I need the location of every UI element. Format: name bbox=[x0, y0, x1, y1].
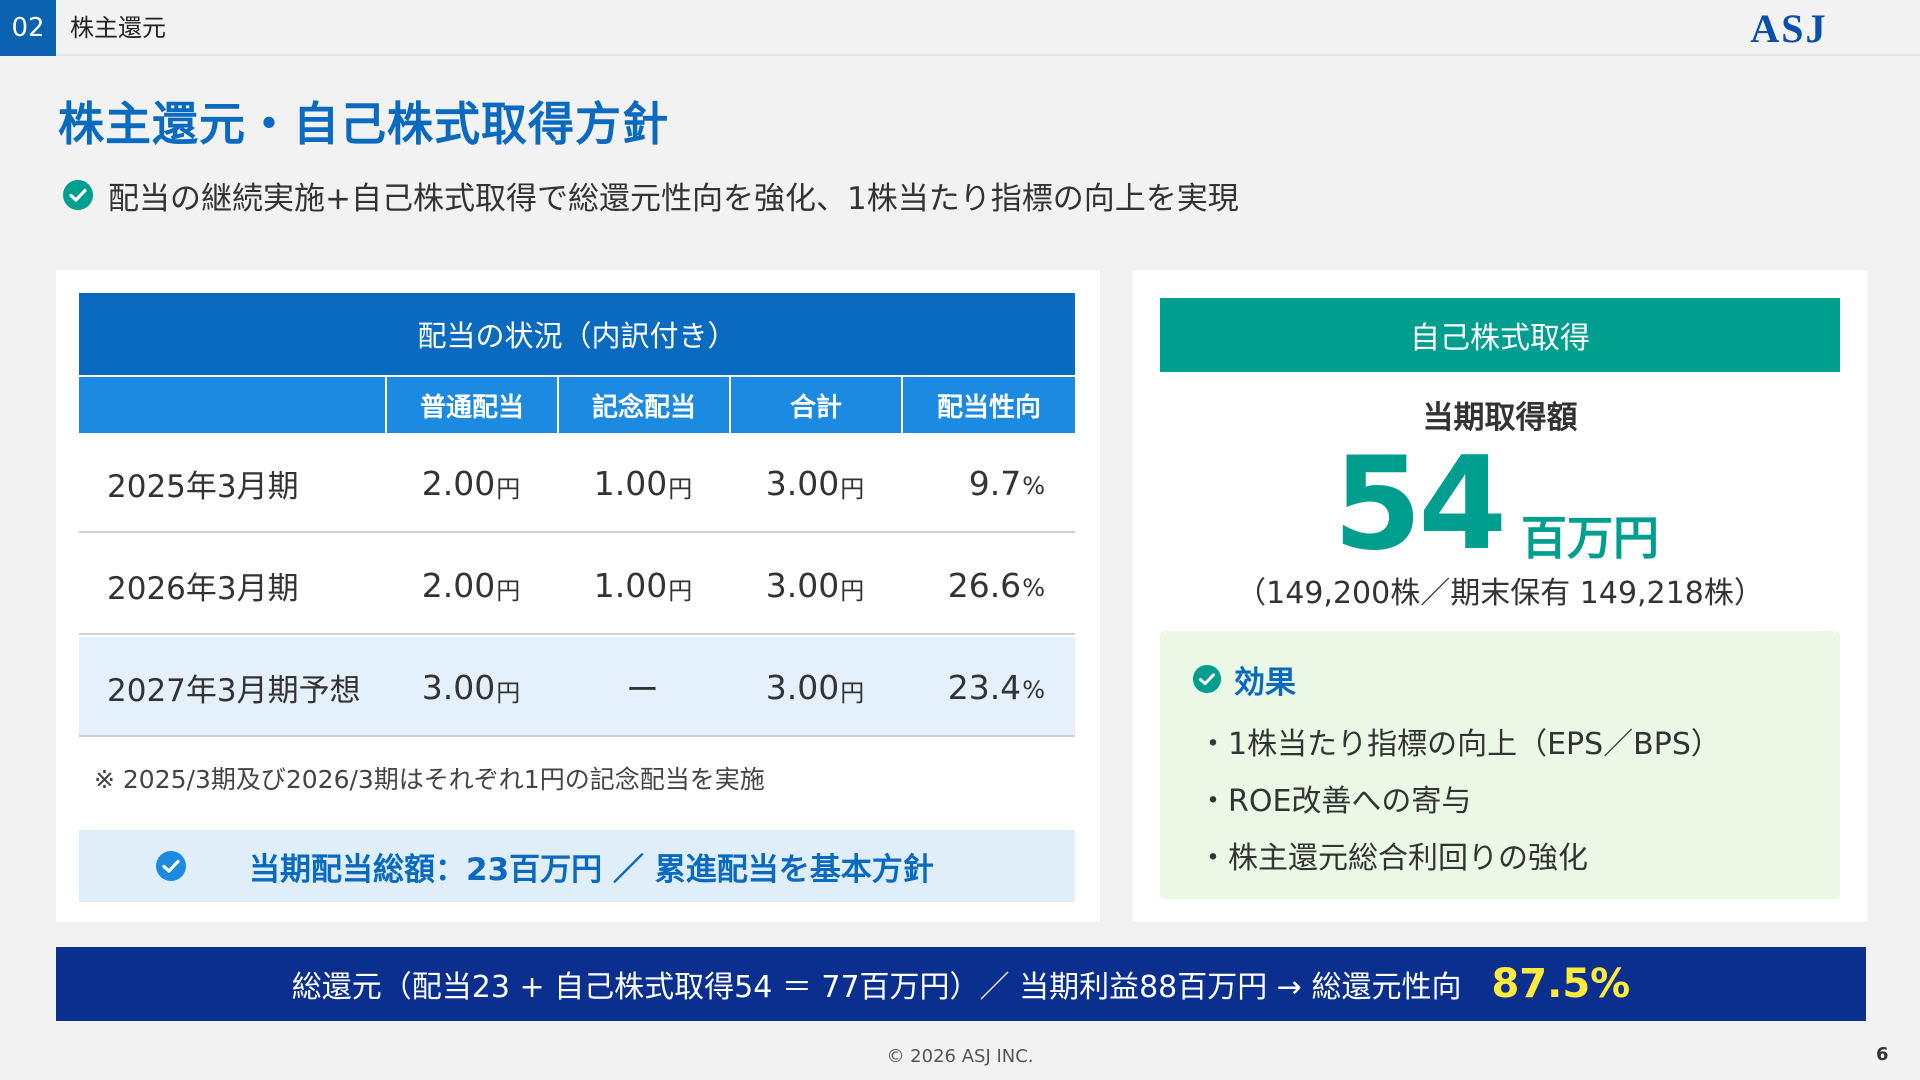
effect-item: ・1株当たり指標の向上（EPS／BPS） bbox=[1198, 727, 1721, 762]
dividend-summary-text: 当期配当総額：23百万円 ／ 累進配当を基本方針 bbox=[249, 851, 934, 888]
effect-item: ・株主還元総合利回りの強化 bbox=[1198, 841, 1588, 876]
payout-ratio-cell: 9.7% bbox=[968, 463, 1045, 503]
svg-text:ASJ: ASJ bbox=[1750, 6, 1827, 50]
page-number: 6 bbox=[1876, 1044, 1889, 1065]
effects-title: 効果 bbox=[1234, 664, 1296, 701]
section-number: 02 bbox=[0, 0, 56, 56]
check-circle-icon bbox=[63, 180, 93, 210]
buyback-title: 自己株式取得 bbox=[1160, 298, 1840, 372]
period-cell: 2027年3月期予想 bbox=[107, 672, 361, 709]
col-header-period bbox=[79, 377, 385, 433]
payout-ratio-cell: 23.4% bbox=[947, 667, 1045, 707]
commemorative-dividend-cell: 1.00 円 bbox=[593, 565, 693, 605]
table-row-forecast: 2027年3月期予想 3.00 円 ー 3.00 円 23.4% bbox=[79, 637, 1075, 737]
total-dividend-cell: 3.00 円 bbox=[765, 565, 865, 605]
table-row: 2026年3月期 2.00 円 1.00 円 3.00 円 26.6% bbox=[79, 535, 1075, 635]
payout-ratio-cell: 26.6% bbox=[947, 565, 1045, 605]
period-cell: 2025年3月期 bbox=[107, 468, 299, 505]
total-return-text: 総還元（配当23 + 自己株式取得54 ＝ 77百万円）／ 当期利益88百万円 … bbox=[291, 970, 1462, 1005]
effects-box: 効果 ・1株当たり指標の向上（EPS／BPS） ・ROE改善への寄与 ・株主還元… bbox=[1160, 631, 1840, 899]
ordinary-dividend-cell: 2.00 円 bbox=[421, 565, 521, 605]
effect-item: ・ROE改善への寄与 bbox=[1198, 784, 1472, 819]
shares-detail: （149,200株／期末保有 149,218株） bbox=[1236, 576, 1764, 611]
page-title: 株主還元・自己株式取得方針 bbox=[58, 97, 669, 151]
ordinary-dividend-cell: 2.00 円 bbox=[421, 463, 521, 503]
dividend-panel: 配当の状況（内訳付き） 普通配当 記念配当 合計 配当性向 2025年3月期 2… bbox=[56, 270, 1100, 922]
commemorative-dividend-cell: ー bbox=[626, 670, 659, 709]
dividend-summary: 当期配当総額：23百万円 ／ 累進配当を基本方針 bbox=[79, 830, 1075, 902]
total-return-ratio: 87.5% bbox=[1491, 961, 1631, 1007]
total-return-band: 総還元（配当23 + 自己株式取得54 ＝ 77百万円）／ 当期利益88百万円 … bbox=[56, 947, 1866, 1021]
table-footnote: ※ 2025/3期及び2026/3期はそれぞれ1円の記念配当を実施 bbox=[94, 765, 765, 794]
dividend-table-title: 配当の状況（内訳付き） bbox=[79, 293, 1075, 375]
acquisition-amount-value: 54 bbox=[1333, 430, 1507, 579]
col-header-payout: 配当性向 bbox=[901, 377, 1075, 433]
check-circle-icon bbox=[1192, 664, 1222, 694]
period-cell: 2026年3月期 bbox=[107, 570, 299, 607]
top-bar: 02 株主還元 ASJ bbox=[0, 0, 1920, 56]
col-header-commemorative: 記念配当 bbox=[557, 377, 729, 433]
total-dividend-cell: 3.00 円 bbox=[765, 667, 865, 707]
col-header-ordinary: 普通配当 bbox=[385, 377, 557, 433]
acquisition-amount: 54 百万円 bbox=[1133, 440, 1867, 570]
lead-text: 配当の継続実施+自己株式取得で総還元性向を強化、1株当たり指標の向上を実現 bbox=[108, 180, 1239, 217]
ordinary-dividend-cell: 3.00 円 bbox=[421, 667, 521, 707]
total-dividend-cell: 3.00 円 bbox=[765, 463, 865, 503]
buyback-panel: 自己株式取得 当期取得額 54 百万円 （149,200株／期末保有 149,2… bbox=[1133, 270, 1867, 922]
asj-logo: ASJ bbox=[1750, 6, 1827, 50]
acquisition-amount-unit: 百万円 bbox=[1521, 511, 1659, 565]
effects-heading: 効果 bbox=[1192, 659, 1296, 701]
copyright: © 2026 ASJ INC. bbox=[886, 1046, 1034, 1067]
lead-statement: 配当の継続実施+自己株式取得で総還元性向を強化、1株当たり指標の向上を実現 bbox=[62, 173, 1239, 217]
col-header-total: 合計 bbox=[729, 377, 901, 433]
commemorative-dividend-cell: 1.00 円 bbox=[593, 463, 693, 503]
table-row: 2025年3月期 2.00 円 1.00 円 3.00 円 9.7% bbox=[79, 433, 1075, 533]
check-circle-icon bbox=[156, 851, 186, 881]
section-name: 株主還元 bbox=[70, 14, 166, 42]
